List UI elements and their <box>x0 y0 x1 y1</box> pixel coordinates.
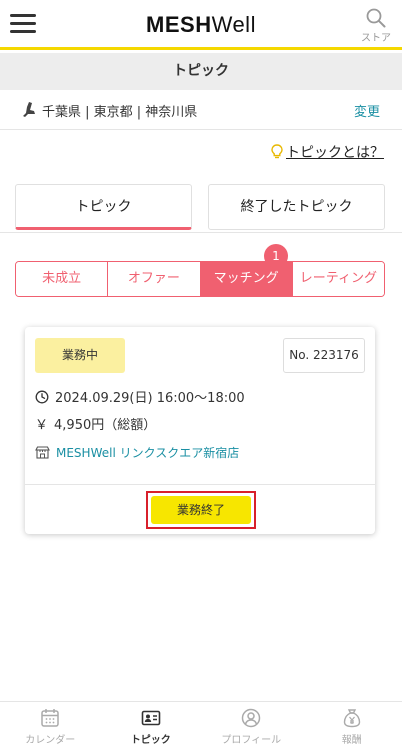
what-is-topic-text: トピックとは？ <box>286 145 384 161</box>
what-is-topic-link[interactable]: トピックとは？ <box>271 142 384 162</box>
nav-topic-label: トピック <box>130 735 171 746</box>
money-bag-icon <box>343 709 360 728</box>
logo[interactable]: MESHWell <box>0 12 402 38</box>
filter-unestablished[interactable]: 未成立 <box>16 262 109 296</box>
tab-ended-topic[interactable]: 終了したトピック <box>208 184 385 230</box>
nav-profile-label: プロフィール <box>221 735 282 746</box>
filter-rating[interactable]: レーティング <box>292 262 384 296</box>
status-badge: 業務中 <box>35 338 125 373</box>
location-row: 千葉県 | 東京都 | 神奈川県 変更 <box>0 90 402 130</box>
yen-icon: ￥ <box>35 418 49 433</box>
datetime-text: 2024.09.29(日) 16:00〜18:00 <box>55 391 245 406</box>
status-filter: 未成立 オファー マッチング レーティング <box>15 261 385 297</box>
nav-calendar[interactable]: カレンダー <box>0 702 101 749</box>
page-title: トピック <box>0 53 402 90</box>
lightbulb-icon <box>271 144 283 159</box>
calendar-icon <box>41 709 59 727</box>
clock-icon <box>35 390 49 403</box>
change-location-link[interactable]: 変更 <box>354 101 380 120</box>
seat-icon <box>23 102 35 117</box>
nav-reward[interactable]: 報酬 <box>302 702 402 749</box>
topic-number: No. 223176 <box>283 338 365 373</box>
card-divider <box>25 484 375 485</box>
store-link[interactable]: MESHWell リンクスクエア新宿店 <box>35 444 239 461</box>
nav-reward-label: 報酬 <box>341 735 362 746</box>
tab-topic[interactable]: トピック <box>15 184 192 230</box>
store-button[interactable]: ストア <box>360 8 392 44</box>
filter-offer[interactable]: オファー <box>108 262 201 296</box>
profile-icon <box>242 708 261 728</box>
nav-calendar-label: カレンダー <box>25 735 76 746</box>
location-areas: 千葉県 | 東京都 | 神奈川県 <box>42 105 198 120</box>
matching-count-badge: 1 <box>264 244 288 268</box>
shop-icon <box>35 446 50 459</box>
topic-card[interactable]: 業務中 No. 223176 2024.09.29(日) 16:00〜18:00… <box>25 327 375 534</box>
search-icon <box>366 8 386 28</box>
finish-button-highlight: 業務終了 <box>146 491 256 529</box>
app-header: MESHWell ストア <box>0 0 402 50</box>
store-label: ストア <box>361 33 391 44</box>
finish-work-button[interactable]: 業務終了 <box>151 496 251 524</box>
nav-profile[interactable]: プロフィール <box>201 702 302 749</box>
logo-regular-text: Well <box>211 12 256 37</box>
id-card-icon <box>141 710 161 726</box>
price-row: ￥ 4,950円（総額） <box>35 414 156 433</box>
logo-bold-text: MESH <box>146 12 212 37</box>
datetime-row: 2024.09.29(日) 16:00〜18:00 <box>35 387 245 406</box>
store-name: MESHWell リンクスクエア新宿店 <box>56 446 240 460</box>
bottom-nav: カレンダー トピック プロフィール 報酬 <box>0 701 402 749</box>
nav-topic[interactable]: トピック <box>101 702 202 749</box>
price-text: 4,950円（総額） <box>54 418 157 433</box>
divider <box>0 232 402 233</box>
